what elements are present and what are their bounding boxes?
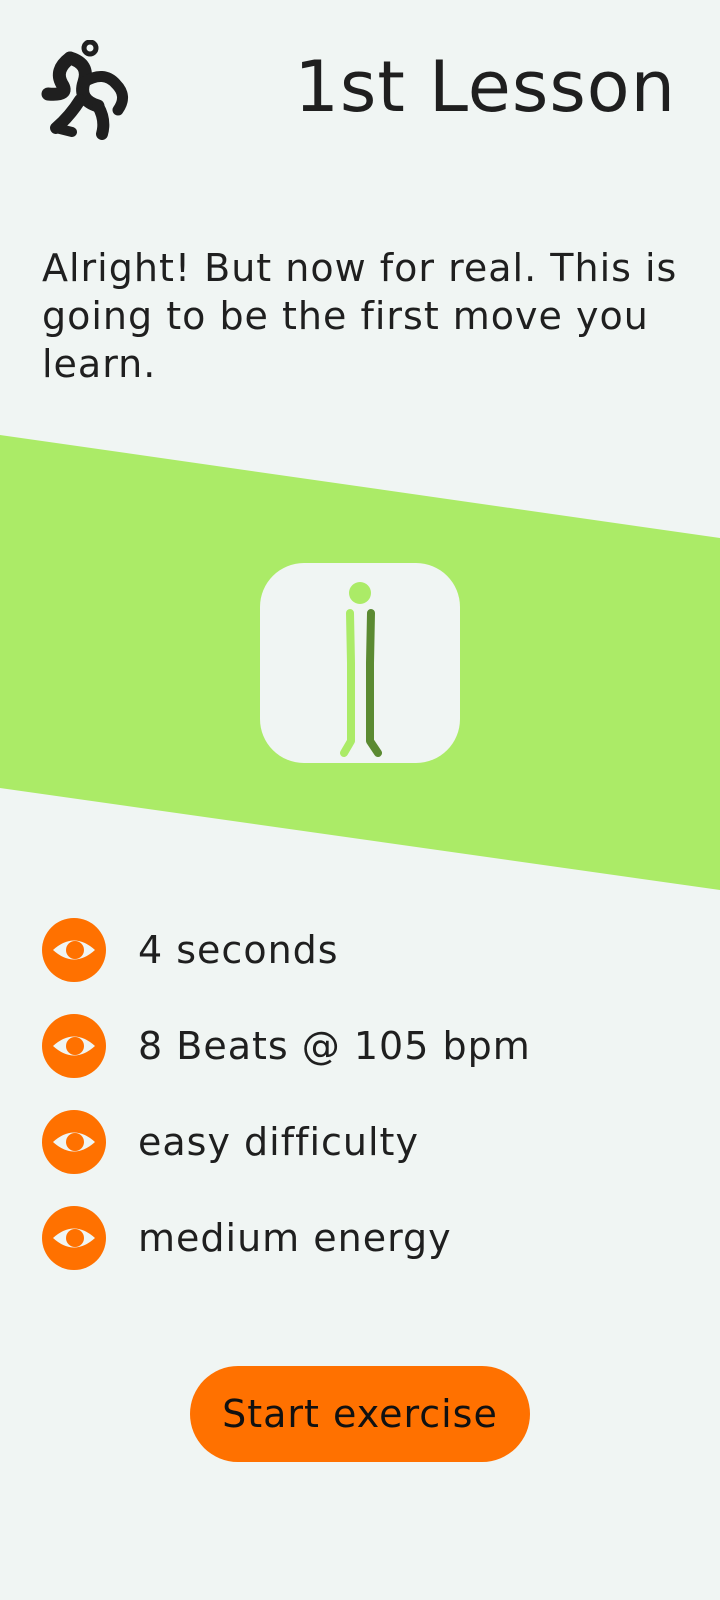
- stat-label: 8 Beats @ 105 bpm: [138, 1024, 531, 1068]
- eye-icon: [42, 1110, 106, 1174]
- app-header: 1st Lesson: [0, 0, 720, 160]
- eye-icon: [42, 1206, 106, 1270]
- eye-icon: [42, 918, 106, 982]
- stat-duration: 4 seconds: [42, 918, 682, 982]
- intro-text: Alright! But now for real. This is going…: [42, 246, 678, 386]
- stat-difficulty: easy difficulty: [42, 1110, 682, 1174]
- standing-figure-icon: [340, 582, 382, 757]
- lesson-stats-list: 4 seconds 8 Beats @ 105 bpm easy difficu…: [42, 918, 682, 1302]
- stat-label: 4 seconds: [138, 928, 339, 972]
- page-title: 1st Lesson: [294, 46, 676, 128]
- eye-icon: [42, 1014, 106, 1078]
- move-preview-card[interactable]: [260, 563, 460, 763]
- stat-beats: 8 Beats @ 105 bpm: [42, 1014, 682, 1078]
- dancer-logo-icon[interactable]: [40, 39, 136, 140]
- stat-label: easy difficulty: [138, 1120, 419, 1164]
- start-exercise-button[interactable]: Start exercise: [190, 1366, 530, 1462]
- stat-label: medium energy: [138, 1216, 452, 1260]
- stat-energy: medium energy: [42, 1206, 682, 1270]
